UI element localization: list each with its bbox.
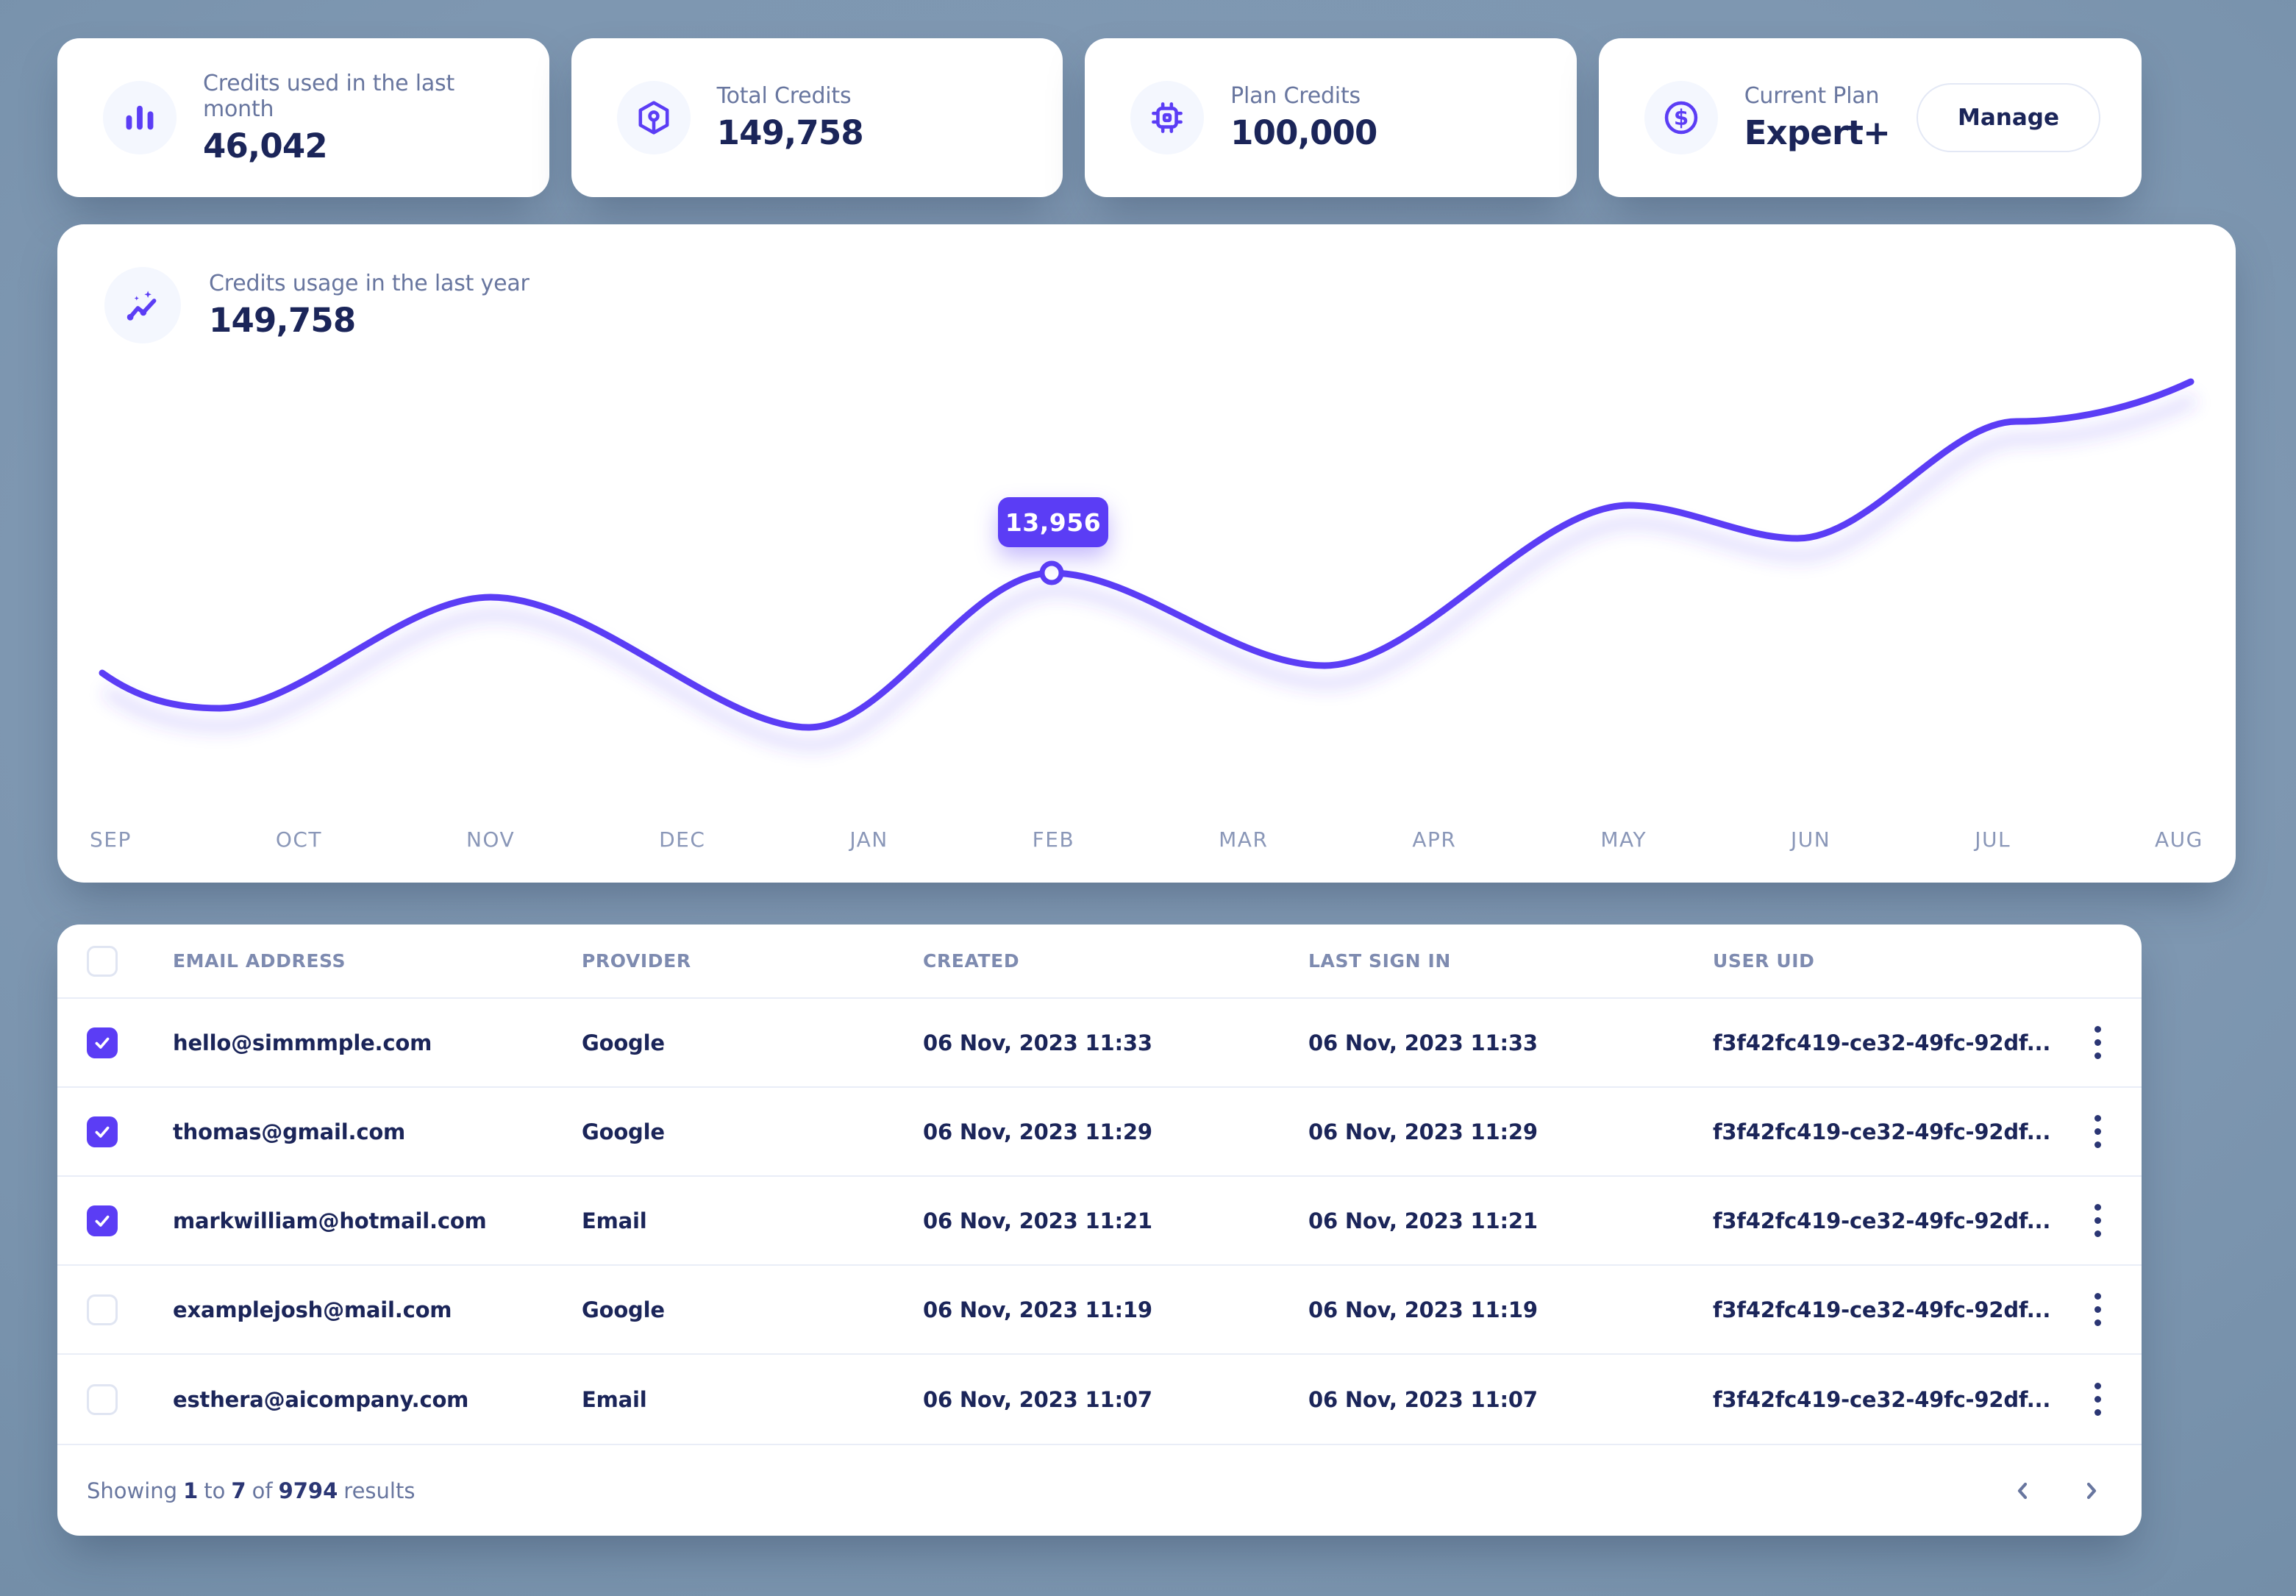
x-axis-label: APR	[1412, 827, 1456, 852]
x-axis-label: JAN	[849, 827, 888, 852]
chevron-left-icon	[2012, 1480, 2034, 1502]
user-uid-cell: f3f42fc419-ce32-49fc-92df...	[1713, 1387, 2068, 1412]
last-sign-in-cell: 06 Nov, 2023 11:19	[1308, 1297, 1713, 1322]
stat-card-current-plan: $ Current Plan Expert+ Manage	[1599, 38, 2142, 197]
provider-cell: Email	[582, 1208, 923, 1233]
x-axis-label: MAR	[1219, 827, 1268, 852]
credits-usage-chart-card: Credits usage in the last year 149,758 1…	[57, 224, 2236, 883]
stat-value: 149,758	[717, 113, 863, 152]
x-axis-label: JUL	[1975, 827, 2011, 852]
x-axis-label: DEC	[659, 827, 705, 852]
chart-total-value: 149,758	[209, 301, 530, 340]
table-footer: Showing1to7of9794results	[57, 1444, 2142, 1536]
row-checkbox[interactable]	[87, 1027, 118, 1058]
chart-title: Credits usage in the last year	[209, 271, 530, 296]
stat-label: Current Plan	[1744, 83, 1890, 109]
kebab-menu-icon[interactable]	[2087, 1019, 2108, 1066]
highlight-point-marker[interactable]	[1042, 563, 1061, 583]
user-uid-cell: f3f42fc419-ce32-49fc-92df...	[1713, 1030, 2068, 1055]
stats-row: Credits used in the last month 46,042 To…	[57, 38, 2142, 197]
results-summary: Showing1to7of9794results	[87, 1478, 421, 1503]
last-sign-in-cell: 06 Nov, 2023 11:29	[1308, 1119, 1713, 1144]
column-header-provider: PROVIDER	[582, 950, 923, 972]
stat-label: Plan Credits	[1230, 83, 1377, 109]
provider-cell: Google	[582, 1030, 923, 1055]
row-checkbox[interactable]	[87, 1205, 118, 1236]
email-cell: hello@simmmple.com	[173, 1030, 582, 1055]
stat-value: 46,042	[203, 127, 508, 165]
stat-value: Expert+	[1744, 113, 1890, 152]
column-header-last-sign-in: LAST SIGN IN	[1308, 950, 1713, 972]
column-header-user-uid: USER UID	[1713, 950, 2068, 972]
svg-text:$: $	[1674, 105, 1689, 130]
last-sign-in-cell: 06 Nov, 2023 11:07	[1308, 1387, 1713, 1412]
table-row: markwilliam@hotmail.com Email 06 Nov, 20…	[57, 1177, 2142, 1266]
previous-page-button[interactable]	[2008, 1475, 2039, 1506]
created-cell: 06 Nov, 2023 11:07	[923, 1387, 1308, 1412]
x-axis-label: AUG	[2155, 827, 2203, 852]
table-row: esthera@aicompany.com Email 06 Nov, 2023…	[57, 1355, 2142, 1444]
created-cell: 06 Nov, 2023 11:33	[923, 1030, 1308, 1055]
created-cell: 06 Nov, 2023 11:19	[923, 1297, 1308, 1322]
kebab-menu-icon[interactable]	[2087, 1286, 2108, 1333]
dollar-icon: $	[1644, 81, 1718, 154]
kebab-menu-icon[interactable]	[2087, 1197, 2108, 1244]
provider-cell: Google	[582, 1119, 923, 1144]
stat-card-plan-credits: Plan Credits 100,000	[1085, 38, 1577, 197]
row-checkbox[interactable]	[87, 1294, 118, 1325]
next-page-button[interactable]	[2075, 1475, 2106, 1506]
row-checkbox[interactable]	[87, 1384, 118, 1415]
user-uid-cell: f3f42fc419-ce32-49fc-92df...	[1713, 1119, 2068, 1144]
email-cell: thomas@gmail.com	[173, 1119, 582, 1144]
chip-icon	[1130, 81, 1204, 154]
column-header-created: CREATED	[923, 950, 1308, 972]
pagination	[2008, 1475, 2106, 1506]
x-axis-label: SEP	[90, 827, 132, 852]
table-row: thomas@gmail.com Google 06 Nov, 2023 11:…	[57, 1088, 2142, 1177]
chart-header: Credits usage in the last year 149,758	[104, 267, 530, 343]
table-header-row: EMAIL ADDRESS PROVIDER CREATED LAST SIGN…	[57, 925, 2142, 999]
select-all-checkbox[interactable]	[87, 946, 118, 977]
stat-label: Total Credits	[717, 83, 863, 109]
table-body: hello@simmmple.com Google 06 Nov, 2023 1…	[57, 999, 2142, 1444]
email-cell: markwilliam@hotmail.com	[173, 1208, 582, 1233]
manage-button[interactable]: Manage	[1917, 83, 2100, 152]
chart-tooltip: 13,956	[998, 497, 1108, 547]
user-uid-cell: f3f42fc419-ce32-49fc-92df...	[1713, 1208, 2068, 1233]
provider-cell: Email	[582, 1387, 923, 1412]
column-header-email: EMAIL ADDRESS	[173, 950, 582, 972]
stat-value: 100,000	[1230, 113, 1377, 152]
line-shadow	[106, 399, 2195, 745]
created-cell: 06 Nov, 2023 11:21	[923, 1208, 1308, 1233]
x-axis-label: MAY	[1600, 827, 1647, 852]
user-uid-cell: f3f42fc419-ce32-49fc-92df...	[1713, 1297, 2068, 1322]
series-line	[102, 382, 2191, 727]
row-checkbox[interactable]	[87, 1116, 118, 1147]
x-axis-label: OCT	[276, 827, 322, 852]
kebab-menu-icon[interactable]	[2087, 1375, 2108, 1423]
users-table-card: EMAIL ADDRESS PROVIDER CREATED LAST SIGN…	[57, 925, 2142, 1536]
cube-icon	[617, 81, 691, 154]
stat-label: Credits used in the last month	[203, 71, 508, 122]
stat-card-total-credits: Total Credits 149,758	[571, 38, 1063, 197]
x-axis-label: NOV	[466, 827, 515, 852]
table-row: examplejosh@mail.com Google 06 Nov, 2023…	[57, 1266, 2142, 1355]
email-cell: examplejosh@mail.com	[173, 1297, 582, 1322]
stat-card-credits-used: Credits used in the last month 46,042	[57, 38, 549, 197]
table-row: hello@simmmple.com Google 06 Nov, 2023 1…	[57, 999, 2142, 1088]
chevron-right-icon	[2080, 1480, 2102, 1502]
x-axis-labels: SEP OCT NOV DEC JAN FEB MAR APR MAY JUN JUL AUG	[57, 827, 2236, 852]
trend-line-icon	[104, 267, 181, 343]
provider-cell: Google	[582, 1297, 923, 1322]
email-cell: esthera@aicompany.com	[173, 1387, 582, 1412]
last-sign-in-cell: 06 Nov, 2023 11:21	[1308, 1208, 1713, 1233]
bar-chart-icon	[103, 81, 177, 154]
x-axis-label: FEB	[1033, 827, 1075, 852]
x-axis-label: JUN	[1791, 827, 1830, 852]
last-sign-in-cell: 06 Nov, 2023 11:33	[1308, 1030, 1713, 1055]
created-cell: 06 Nov, 2023 11:29	[923, 1119, 1308, 1144]
kebab-menu-icon[interactable]	[2087, 1108, 2108, 1155]
